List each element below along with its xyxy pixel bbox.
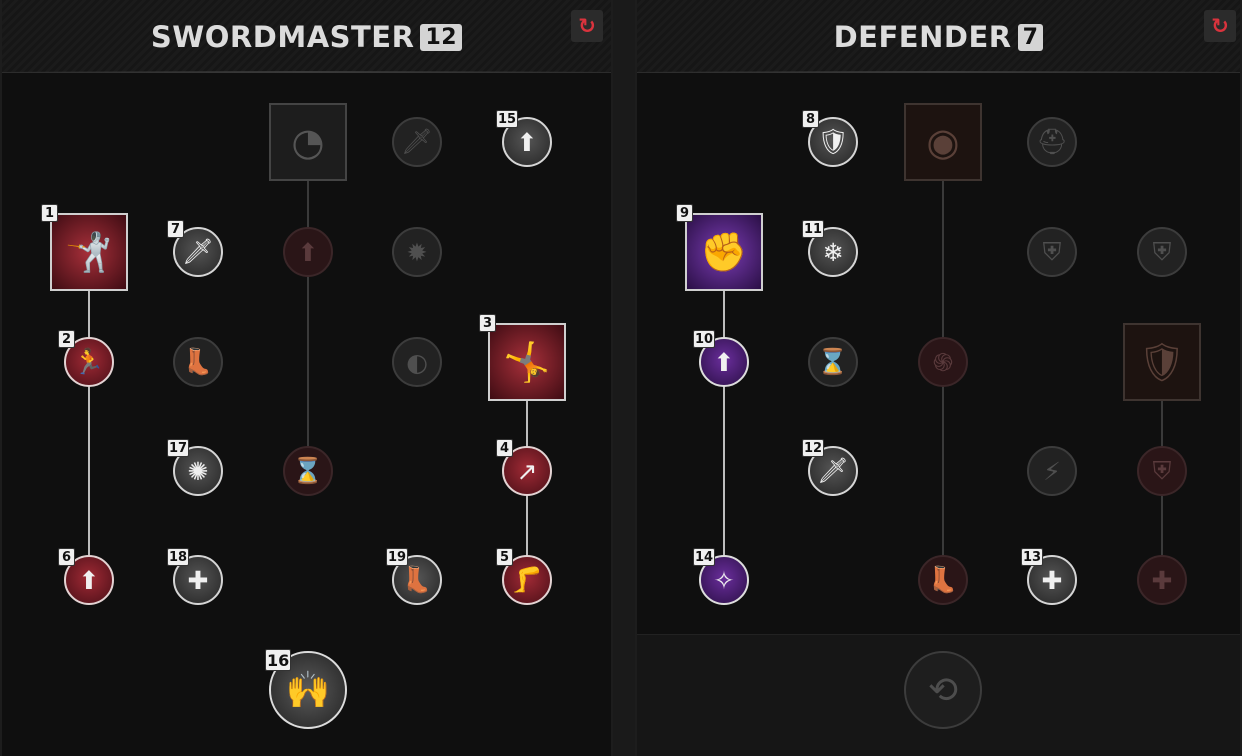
whirlwind-icon: ✹ — [406, 237, 428, 267]
skill-order-badge: 16 — [265, 649, 292, 671]
skill-order-badge: 5 — [496, 548, 513, 566]
skill-order-badge: 15 — [496, 110, 519, 128]
swordmaster-panel: SWORDMASTER 12 ↻ 🤺 1 🏃 2 ⬆ 6 🗡 7 ✺ 17 ✚ 18 👢 ◔ ⬆ ⌛ 🗡 ✹ ◐ 👢 19… — [0, 0, 613, 756]
defender-header: DEFENDER 7 ↻ — [637, 0, 1240, 73]
shield-slash-icon: ⛨ — [1152, 237, 1172, 266]
skill-node-locked[interactable]: ◔ — [269, 103, 347, 181]
skill-order-badge: 9 — [676, 204, 693, 222]
arrow-diagonal-up-icon: ↗ — [516, 456, 538, 486]
arrow-up-burst-icon: ⬆ — [713, 347, 735, 377]
reset-button[interactable]: ↻ — [571, 10, 603, 42]
skill-node-locked[interactable]: ⚡ — [1027, 446, 1077, 496]
skill-node-locked[interactable]: ⛨ — [1027, 227, 1077, 277]
skill-node-locked[interactable]: ⌛ — [808, 337, 858, 387]
skill-node-locked[interactable]: ⌛ — [283, 446, 333, 496]
skill-order-badge: 8 — [802, 110, 819, 128]
skill-order-badge: 17 — [167, 439, 190, 457]
skill-node-locked[interactable]: ֍ — [918, 337, 968, 387]
tree-connector — [723, 290, 725, 556]
spiral-icon: ֍ — [932, 348, 954, 377]
tree-connector — [88, 290, 90, 556]
skill-node-locked[interactable]: 👢 — [918, 555, 968, 605]
tree-title: SWORDMASTER — [150, 20, 415, 54]
sword-slash-icon: 🗡 — [401, 127, 433, 156]
boot-arrow-icon: 👢 — [182, 347, 214, 376]
rotating-ring-icon: ⟲ — [927, 669, 959, 711]
skill-order-badge: 1 — [41, 204, 58, 222]
skill-order-badge: 14 — [693, 548, 716, 566]
skill-order-badge: 4 — [496, 439, 513, 457]
reset-icon: ↻ — [578, 14, 596, 38]
hourglass-down-icon: ⌛ — [292, 456, 324, 485]
skill-order-badge: 7 — [167, 220, 184, 238]
panel-gap — [613, 0, 635, 756]
skill-node-locked[interactable]: ⟲ — [904, 651, 982, 729]
skill-node-locked[interactable]: ⬆ — [283, 227, 333, 277]
wave-shield-icon: ◐ — [406, 347, 428, 377]
shield-emblem-icon: ⛨ — [1042, 237, 1062, 266]
skill-order-badge: 11 — [802, 220, 825, 238]
skill-node-locked[interactable]: ⛑ — [1027, 117, 1077, 167]
boot-icon: 👢 — [927, 565, 959, 594]
circular-slash-icon: ◔ — [291, 120, 325, 164]
skill-node-locked[interactable]: 🛡 — [1123, 323, 1201, 401]
shield-charge-icon: ◉ — [926, 120, 960, 164]
defender-panel: DEFENDER 7 ↻ ✊ 9 ⬆ 10 ✧ 14 🛡 8 ❄ 11 ⌛ 🗡 12 ◉ ֍ 👢 ⛑ ⛨ ⚡ ✚ 13 ⛨ 🛡… — [635, 0, 1242, 756]
skill-node-locked[interactable]: ◐ — [392, 337, 442, 387]
hourglass-icon: ⌛ — [817, 347, 849, 376]
lunging-swordsman-icon: 🤺 — [65, 229, 113, 274]
helmet-icon: ⛑ — [1036, 127, 1068, 156]
skill-node-locked[interactable]: 👢 — [173, 337, 223, 387]
skill-order-badge: 13 — [1021, 548, 1044, 566]
reset-icon: ↻ — [1211, 14, 1229, 38]
tree-title: DEFENDER — [833, 20, 1012, 54]
cross-icon: ✚ — [1151, 565, 1173, 595]
shield-bash-fist-icon: ✊ — [700, 229, 748, 274]
winged-boot-icon: 👢 — [401, 565, 433, 594]
boot-kick-icon: 🦵 — [511, 565, 543, 594]
arrow-up-burst-icon: ⬆ — [297, 237, 319, 267]
skill-node-locked[interactable]: 🗡 — [392, 117, 442, 167]
skill-order-badge: 3 — [479, 314, 496, 332]
cross-burst-icon: ✚ — [187, 565, 209, 595]
skill-node-locked[interactable]: ✚ — [1137, 555, 1187, 605]
arrow-up-burst-icon: ⬆ — [516, 127, 538, 157]
skill-node-locked[interactable]: ⛨ — [1137, 227, 1187, 277]
arrow-up-burst-icon: ⬆ — [78, 565, 100, 595]
plus-cross-icon: ✚ — [1041, 565, 1063, 595]
shield-check-icon: ⛨ — [1152, 456, 1172, 485]
skill-node-locked[interactable]: ◉ — [904, 103, 982, 181]
skill-order-badge: 18 — [167, 548, 190, 566]
large-shield-icon: 🛡 — [1137, 339, 1187, 384]
tree-level-badge: 12 — [420, 24, 463, 51]
tree-connector — [307, 180, 309, 447]
skill-order-badge: 10 — [693, 330, 716, 348]
skill-node-3[interactable]: 🤸 — [488, 323, 566, 401]
skill-node-1[interactable]: 🤺 — [50, 213, 128, 291]
leaping-swordsman-icon: 🤸 — [503, 339, 551, 384]
skill-node-9[interactable]: ✊ — [685, 213, 763, 291]
skill-order-badge: 19 — [386, 548, 409, 566]
flaming-sword-icon: 🗡 — [817, 456, 849, 485]
dodging-figure-icon: 🏃 — [73, 347, 105, 376]
skill-order-badge: 6 — [58, 548, 75, 566]
glowing-figure-icon: 🙌 — [285, 670, 331, 711]
sword-sparkle-icon: 🗡 — [182, 237, 214, 266]
swordmaster-header: SWORDMASTER 12 ↻ — [2, 0, 611, 73]
skill-order-badge: 2 — [58, 330, 75, 348]
shield-frost-icon: ❄ — [822, 237, 844, 267]
lightning-icon: ⚡ — [1043, 456, 1061, 486]
skill-node-locked[interactable]: ⛨ — [1137, 446, 1187, 496]
sunburst-icon: ✺ — [187, 456, 209, 486]
chest-armor-icon: 🛡 — [817, 127, 849, 156]
skill-order-badge: 12 — [802, 439, 825, 457]
skill-node-locked[interactable]: ✹ — [392, 227, 442, 277]
orbit-sparkle-icon: ✧ — [713, 565, 735, 595]
tree-level-badge: 7 — [1017, 24, 1044, 51]
reset-button[interactable]: ↻ — [1204, 10, 1236, 42]
